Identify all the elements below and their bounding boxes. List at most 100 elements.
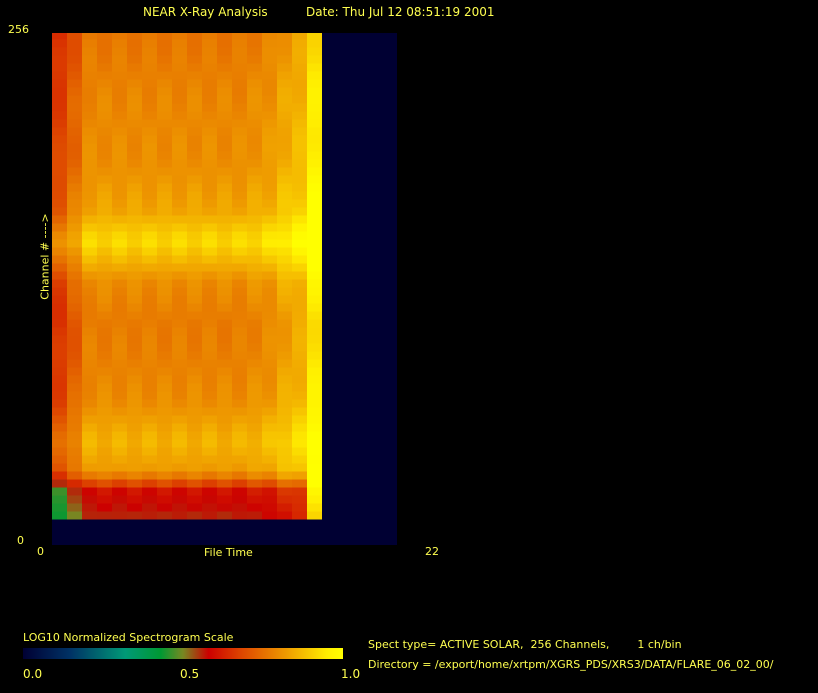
heatmap-cell (217, 343, 232, 352)
heatmap-cell (172, 55, 187, 64)
heatmap-cell (142, 247, 157, 256)
heatmap-cell (292, 47, 307, 56)
heatmap-cell (97, 33, 112, 40)
heatmap-cell (292, 415, 307, 424)
heatmap-cell (277, 351, 292, 360)
heatmap-cell (202, 223, 217, 232)
heatmap-cell (52, 471, 67, 480)
heatmap-cell (217, 55, 232, 64)
heatmap-cell (127, 55, 142, 64)
heatmap-cell (97, 247, 112, 256)
heatmap-cell (127, 33, 142, 40)
heatmap-cell (127, 47, 142, 56)
heatmap-cell (277, 183, 292, 192)
heatmap-cell (262, 495, 277, 504)
heatmap-cell (82, 295, 97, 304)
heatmap-cell (52, 207, 67, 216)
heatmap-cell (67, 79, 82, 88)
heatmap-cell (262, 151, 277, 160)
heatmap-cell (52, 127, 67, 136)
heatmap-cell (127, 159, 142, 168)
heatmap-cell (97, 79, 112, 88)
heatmap-cell (202, 463, 217, 472)
heatmap-cell (67, 391, 82, 400)
heatmap-cell (187, 151, 202, 160)
heatmap-cell (262, 199, 277, 208)
heatmap-cell (97, 359, 112, 368)
heatmap-cell (52, 311, 67, 320)
heatmap-cell (277, 119, 292, 128)
heatmap-cell (157, 439, 172, 448)
heatmap-cell (232, 207, 247, 216)
heatmap-cell (67, 199, 82, 208)
heatmap-cell (307, 391, 322, 400)
heatmap-cell (277, 375, 292, 384)
heatmap-cell (202, 319, 217, 328)
heatmap-cell (277, 231, 292, 240)
heatmap-cell (187, 431, 202, 440)
heatmap-cell (172, 415, 187, 424)
heatmap-cell (82, 135, 97, 144)
y-tick-max: 256 (8, 23, 29, 36)
heatmap-cell (262, 255, 277, 264)
heatmap-cell (52, 247, 67, 256)
heatmap-cell (172, 471, 187, 480)
heatmap-cell (277, 399, 292, 408)
heatmap-cell (67, 423, 82, 432)
heatmap-cell (97, 199, 112, 208)
heatmap-cell (112, 47, 127, 56)
heatmap-cell (172, 39, 187, 48)
heatmap-cell (172, 103, 187, 112)
heatmap-cell (142, 471, 157, 480)
heatmap-cell (232, 287, 247, 296)
heatmap-cell (82, 399, 97, 408)
heatmap-cell (67, 207, 82, 216)
heatmap-cell (277, 335, 292, 344)
heatmap-cell (217, 503, 232, 512)
heatmap-cell (232, 247, 247, 256)
heatmap-cell (112, 511, 127, 520)
heatmap-cell (67, 455, 82, 464)
heatmap-cell (97, 503, 112, 512)
heatmap-cell (82, 143, 97, 152)
heatmap-cell (52, 463, 67, 472)
heatmap-cell (262, 215, 277, 224)
heatmap-cell (52, 159, 67, 168)
heatmap-cell (172, 207, 187, 216)
heatmap-cell (247, 87, 262, 96)
heatmap-cell (82, 455, 97, 464)
heatmap-cell (97, 95, 112, 104)
heatmap-cell (52, 199, 67, 208)
heatmap-cell (157, 143, 172, 152)
heatmap-cell (262, 87, 277, 96)
heatmap-cell (217, 215, 232, 224)
heatmap-cell (262, 439, 277, 448)
heatmap-cell (67, 247, 82, 256)
heatmap-cell (157, 111, 172, 120)
heatmap-cell (247, 191, 262, 200)
heatmap-cell (97, 111, 112, 120)
heatmap-cell (262, 463, 277, 472)
heatmap-cell (82, 167, 97, 176)
heatmap-cell (247, 119, 262, 128)
heatmap-cell (127, 231, 142, 240)
heatmap-cell (157, 271, 172, 280)
heatmap-cell (82, 231, 97, 240)
heatmap-cell (97, 207, 112, 216)
heatmap-cell (97, 103, 112, 112)
heatmap-cell (127, 463, 142, 472)
heatmap-cell (217, 103, 232, 112)
heatmap-cell (202, 503, 217, 512)
heatmap-cell (97, 463, 112, 472)
heatmap-cell (127, 183, 142, 192)
heatmap-cell (157, 71, 172, 80)
heatmap-cell (157, 95, 172, 104)
heatmap-cell (82, 391, 97, 400)
heatmap-cell (97, 407, 112, 416)
heatmap-cell (52, 33, 67, 40)
heatmap-cell (127, 319, 142, 328)
heatmap-cell (277, 319, 292, 328)
heatmap-cell (142, 159, 157, 168)
heatmap-cell (127, 95, 142, 104)
heatmap-cell (262, 119, 277, 128)
